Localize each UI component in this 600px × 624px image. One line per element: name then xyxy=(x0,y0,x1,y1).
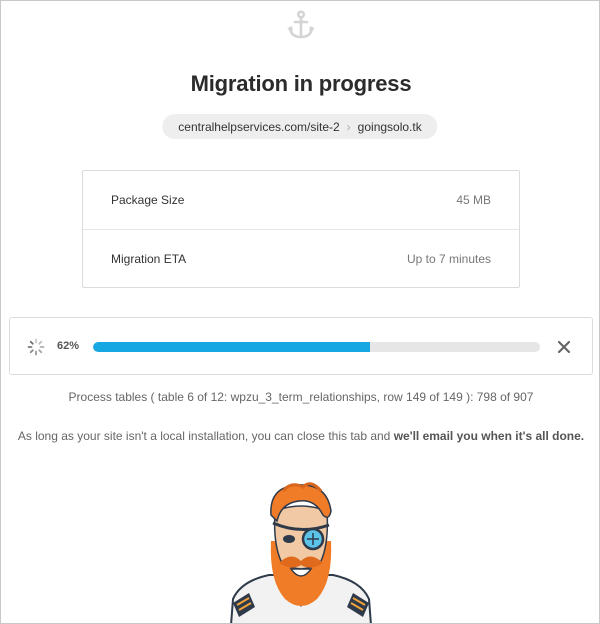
progress-percent: 62% xyxy=(57,340,80,352)
progress-bar xyxy=(93,342,540,352)
anchor-icon xyxy=(287,10,315,39)
migration-eta-label: Migration ETA xyxy=(111,251,187,266)
email-notice: As long as your site isn't a local insta… xyxy=(1,429,599,443)
close-icon[interactable] xyxy=(554,337,574,357)
status-text: Process tables ( table 6 of 12: wpzu_3_t… xyxy=(68,390,534,404)
migration-route: centralhelpservices.com/site-2 › goingso… xyxy=(162,114,438,139)
package-size-value: 45 MB xyxy=(456,193,491,207)
spinner-icon xyxy=(27,338,45,356)
progress-card: 62% xyxy=(9,317,593,375)
captain-mascot-illustration xyxy=(230,482,372,623)
destination-site: goingsolo.tk xyxy=(357,119,422,134)
package-size-label: Package Size xyxy=(111,193,185,207)
migration-panel: Migration in progress centralhelpservice… xyxy=(0,0,600,624)
package-size-row: Package Size 45 MB xyxy=(83,171,519,229)
email-notice-text: As long as your site isn't a local insta… xyxy=(17,429,394,443)
email-notice-emphasis: we'll email you when it's all done. xyxy=(393,429,585,443)
chevron-right-icon: › xyxy=(346,119,351,134)
progress-bar-fill xyxy=(93,342,371,352)
source-site: centralhelpservices.com/site-2 xyxy=(178,119,340,134)
migration-eta-value: Up to 7 minutes xyxy=(406,251,491,266)
migration-eta-row: Migration ETA Up to 7 minutes xyxy=(83,229,519,287)
page-title: Migration in progress xyxy=(190,71,412,96)
migration-info-card: Package Size 45 MB Migration ETA Up to 7… xyxy=(82,170,520,288)
